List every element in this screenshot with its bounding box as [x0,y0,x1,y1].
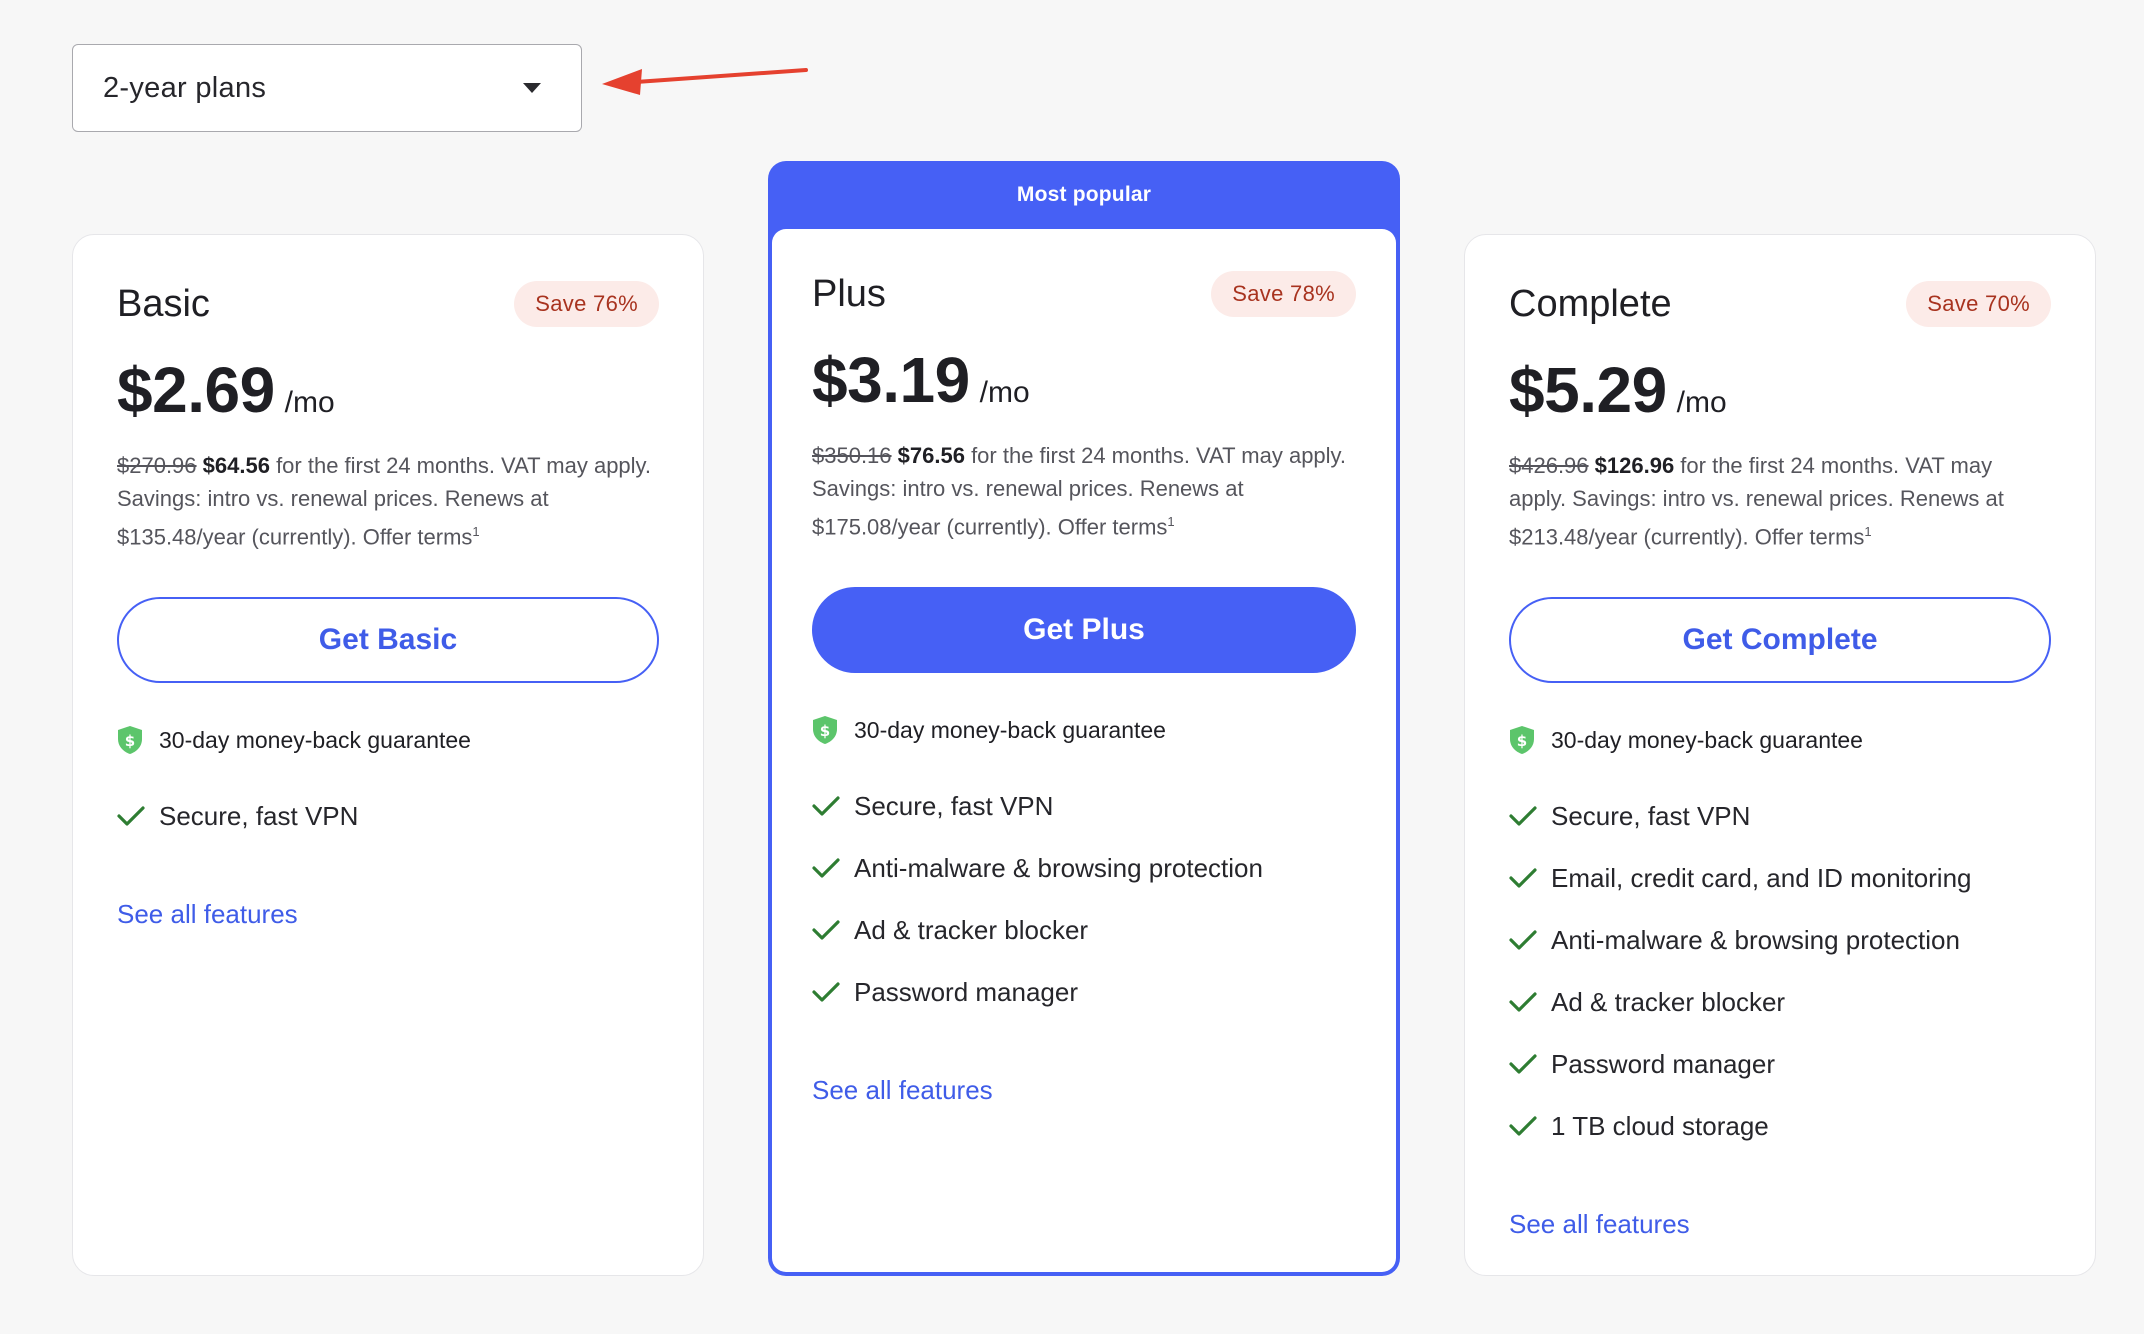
svg-text:$: $ [125,732,135,750]
price-period: /mo [1676,386,1727,419]
see-all-features-link[interactable]: See all features [117,899,298,930]
check-icon [1509,930,1537,950]
check-icon [812,920,840,940]
save-badge: Save 76% [514,281,659,327]
guarantee-label: 30-day money-back guarantee [1551,726,1863,753]
old-price: $426.96 [1509,453,1589,478]
feature-label: Secure, fast VPN [854,790,1054,821]
plan-duration-value: 2-year plans [103,71,267,104]
feature-list: Secure, fast VPN [117,799,659,833]
guarantee-label: 30-day money-back guarantee [159,726,471,753]
new-price: $76.56 [897,443,965,468]
guarantee-label: 30-day money-back guarantee [854,716,1166,743]
feature-item: Password manager [812,975,1356,1009]
old-price: $350.16 [812,443,892,468]
feature-item: Anti-malware & browsing protection [1509,923,2051,957]
plan-price: $2.69 [117,354,275,426]
check-icon [1509,868,1537,888]
plan-card-plus: Plus Save 78% $3.19 /mo $350.16 $76.56 f… [772,229,1396,1272]
feature-list: Secure, fast VPN Anti-malware & browsing… [812,789,1356,1009]
get-basic-button[interactable]: Get Basic [117,597,659,684]
old-price: $270.96 [117,453,197,478]
feature-item: 1 TB cloud storage [1509,1109,2051,1143]
plan-name: Basic [117,282,210,325]
plan-duration-select[interactable]: 2-year plans [72,44,582,132]
check-icon [812,982,840,1002]
price-fine-print: $426.96 $126.96 for the first 24 months.… [1509,449,2051,553]
save-badge: Save 78% [1211,271,1356,317]
shield-dollar-icon: $ [118,726,142,755]
chevron-down-icon [523,83,541,93]
feature-label: Anti-malware & browsing protection [1551,924,1960,955]
check-icon [1509,992,1537,1012]
feature-item: Email, credit card, and ID monitoring [1509,861,2051,895]
feature-label: Ad & tracker blocker [1551,986,1786,1017]
feature-label: Password manager [854,976,1078,1007]
new-price: $126.96 [1594,453,1675,478]
check-icon [812,796,840,816]
svg-text:$: $ [820,722,830,740]
feature-list: Secure, fast VPN Email, credit card, and… [1509,799,2051,1143]
price-period: /mo [979,376,1030,409]
feature-label: Password manager [1551,1048,1775,1079]
feature-item: Secure, fast VPN [117,799,659,833]
feature-item: Anti-malware & browsing protection [812,851,1356,885]
money-back-guarantee: $ 30-day money-back guarantee [812,713,1356,747]
price-fine-print: $350.16 $76.56 for the first 24 months. … [812,439,1356,543]
offer-terms-footnote[interactable]: 1 [1167,514,1174,529]
arrow-left-icon [602,68,808,95]
get-complete-button[interactable]: Get Complete [1509,597,2051,684]
offer-terms-footnote[interactable]: 1 [1864,524,1871,539]
shield-dollar-icon: $ [813,716,837,745]
price-period: /mo [284,386,335,419]
plan-card-complete: Complete Save 70% $5.29 /mo $426.96 $126… [1464,234,2096,1276]
feature-item: Ad & tracker blocker [1509,985,2051,1019]
plan-price: $5.29 [1509,354,1667,426]
money-back-guarantee: $ 30-day money-back guarantee [1509,723,2051,757]
feature-label: 1 TB cloud storage [1551,1110,1769,1141]
feature-item: Secure, fast VPN [1509,799,2051,833]
check-icon [1509,1116,1537,1136]
feature-item: Secure, fast VPN [812,789,1356,823]
check-icon [812,858,840,878]
fine-print-text: for the first 24 months. VAT may apply. … [812,443,1347,540]
check-icon [117,806,145,826]
feature-label: Ad & tracker blocker [854,914,1089,945]
offer-terms-footnote[interactable]: 1 [472,524,479,539]
new-price: $64.56 [202,453,270,478]
see-all-features-link[interactable]: See all features [1509,1209,1690,1240]
plan-card-plus-highlight: Most popular Plus Save 78% $3.19 /mo $35… [768,161,1400,1276]
svg-text:$: $ [1517,732,1527,750]
shield-dollar-icon: $ [1510,726,1534,755]
feature-label: Email, credit card, and ID monitoring [1551,862,1972,893]
feature-item: Ad & tracker blocker [812,913,1356,947]
price-fine-print: $270.96 $64.56 for the first 24 months. … [117,449,659,553]
plan-price: $3.19 [812,344,970,416]
feature-item: Password manager [1509,1047,2051,1081]
check-icon [1509,806,1537,826]
money-back-guarantee: $ 30-day money-back guarantee [117,723,659,757]
save-badge: Save 70% [1906,281,2051,327]
see-all-features-link[interactable]: See all features [812,1075,993,1106]
check-icon [1509,1054,1537,1074]
plan-name: Plus [812,272,886,315]
feature-label: Anti-malware & browsing protection [854,852,1263,883]
pricing-page: 2-year plans Basic Save 76% $2.69 /mo $2… [0,0,2144,1334]
feature-label: Secure, fast VPN [159,800,359,831]
get-plus-button[interactable]: Get Plus [812,587,1356,674]
fine-print-text: for the first 24 months. VAT may apply. … [117,453,652,550]
feature-label: Secure, fast VPN [1551,800,1751,831]
plan-card-basic: Basic Save 76% $2.69 /mo $270.96 $64.56 … [72,234,704,1276]
plan-name: Complete [1509,282,1672,325]
most-popular-banner: Most popular [1016,183,1152,206]
